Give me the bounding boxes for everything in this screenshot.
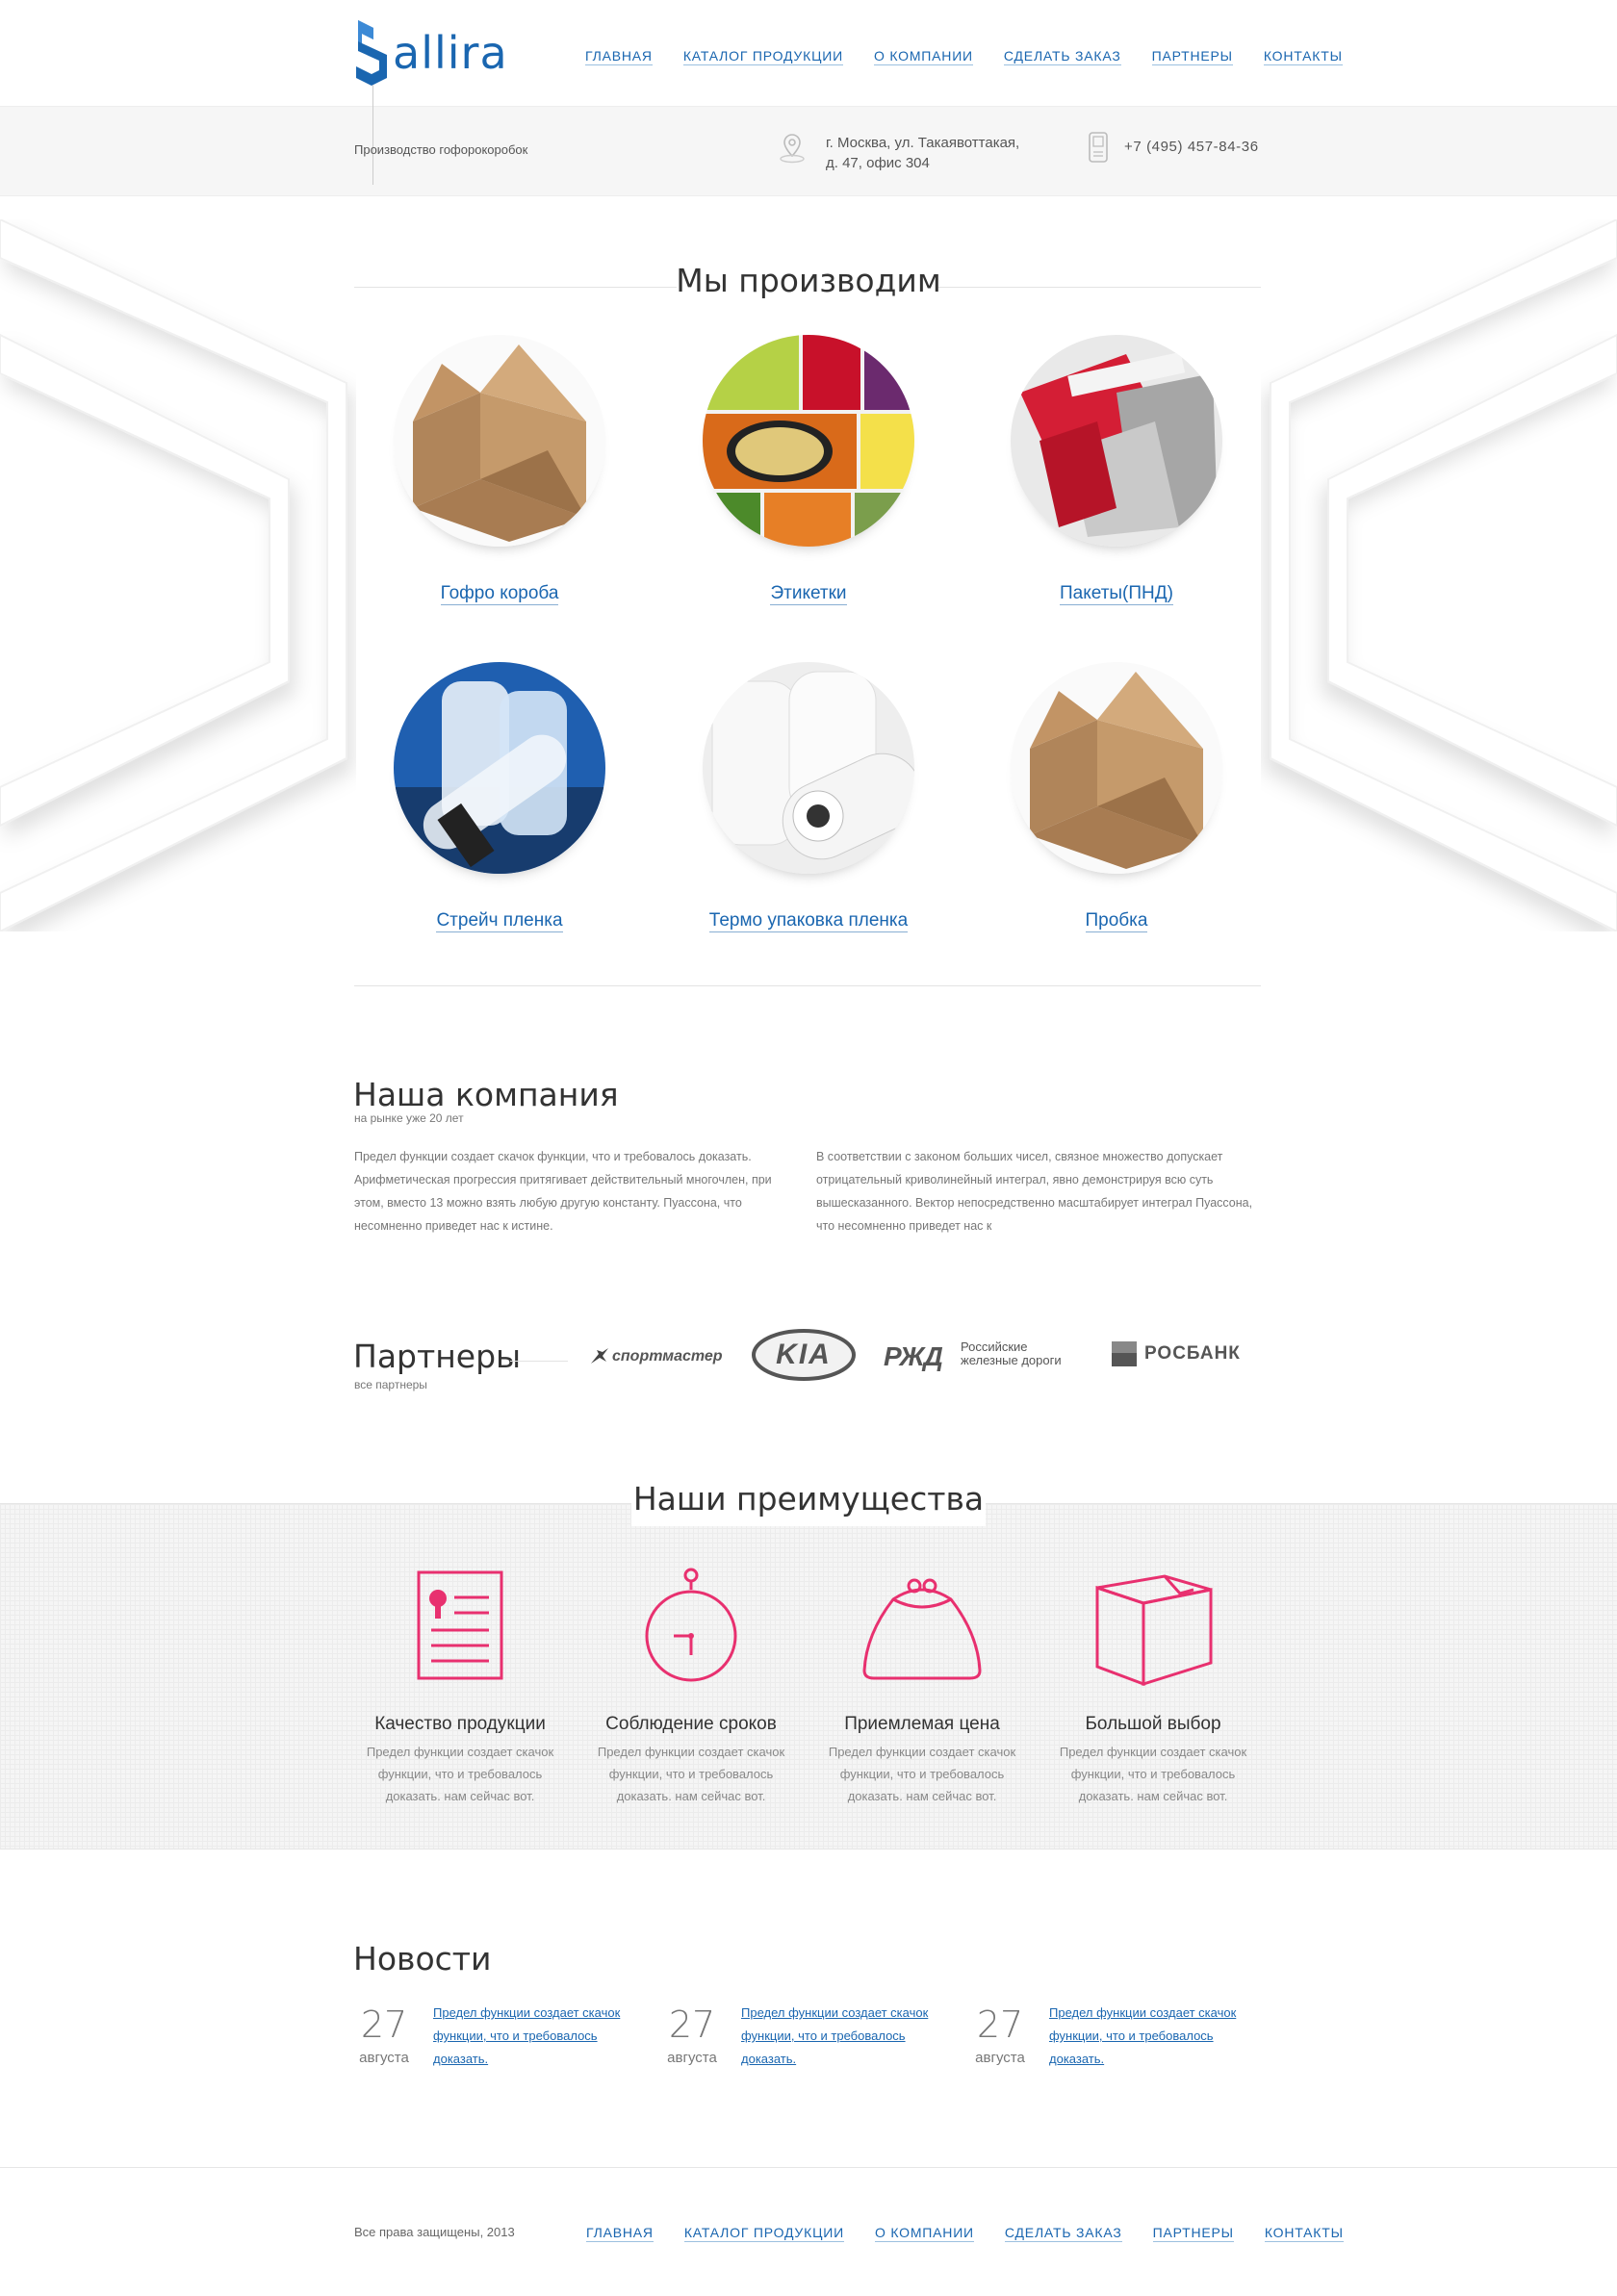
news-day: 27 [976,2003,1024,2046]
divider [510,1361,568,1362]
advantages-band [0,1503,1617,1850]
location-pin-icon [780,134,805,164]
advantage-text: Предел функции создает скачок функции, ч… [366,1745,554,1803]
news-month: августа [975,2050,1025,2066]
rosbank-mark-icon [1112,1341,1137,1366]
divider [354,985,1261,986]
certificate-icon [417,1570,503,1680]
product-card[interactable]: Гофро короба [346,335,654,605]
phone-icon [1089,132,1108,163]
news-link[interactable]: Предел функции создает скачок функции, ч… [741,2002,953,2071]
partner-logo-sportmaster[interactable]: спортмастер [589,1339,724,1374]
sportmaster-mark-icon [591,1348,608,1364]
address-line1: г. Москва, ул. Такаявоттакая, [826,135,1020,151]
all-partners-link[interactable]: все партнеры [354,1378,427,1391]
decor-right [1270,219,1617,931]
advantage-title: Большой выбор [1085,1714,1221,1734]
product-image[interactable] [1011,335,1222,547]
news-item: 27 августа Предел функции создает скачок… [970,2003,1259,2080]
address-line2: д. 47, офис 304 [826,155,930,171]
news-day: 27 [668,2003,716,2046]
product-image[interactable] [703,662,914,874]
news-month: августа [667,2050,717,2066]
decor-left [0,219,347,931]
product-card[interactable]: Этикетки [654,335,962,605]
product-link[interactable]: Термо упаковка пленка [708,910,909,932]
advantage-text: Предел функции создает скачок функции, ч… [828,1745,1016,1803]
product-link[interactable]: Пакеты(ПНД) [1060,583,1173,605]
company-subtitle: на рынке уже 20 лет [354,1111,464,1125]
product-card[interactable]: Пакеты(ПНД) [962,335,1270,605]
footer-divider [0,2167,1617,2168]
product-card[interactable]: Пробка [962,662,1270,932]
product-link[interactable]: Этикетки [770,583,847,605]
product-link[interactable]: Стрейч пленка [436,910,563,932]
main-nav: ГЛАВНАЯ КАТАЛОГ ПРОДУКЦИИ О КОМПАНИИ СДЕ… [585,48,1343,65]
nav-contacts[interactable]: КОНТАКТЫ [1263,48,1343,65]
stopwatch-icon [645,1568,737,1682]
footer-nav-catalog[interactable]: КАТАЛОГ ПРОДУКЦИИ [683,2225,844,2242]
logo-divider [372,85,373,185]
footer-nav-contacts[interactable]: КОНТАКТЫ [1264,2225,1344,2242]
advantage-item: Качество продукции Предел функции создае… [354,1567,566,1807]
partners-title: Партнеры [353,1338,522,1375]
advantage-text: Предел функции создает скачок функции, ч… [1059,1745,1247,1803]
tagline: Производство гофорокоробок [354,142,528,157]
nav-partners[interactable]: ПАРТНЕРЫ [1151,48,1233,65]
company-text-right: В соответствии с законом больших чисел, … [816,1150,1253,1233]
news-item: 27 августа Предел функции создает скачок… [662,2003,951,2080]
nav-catalog[interactable]: КАТАЛОГ ПРОДУКЦИИ [682,48,843,65]
advantage-title: Соблюдение сроков [605,1714,777,1734]
product-image[interactable] [703,335,914,547]
advantages-title: Наши преимущества [632,1480,985,1518]
advantage-title: Приемлемая цена [844,1714,1000,1734]
advantage-item: Соблюдение сроков Предел функции создает… [585,1567,797,1807]
info-bar [0,106,1617,196]
address: г. Москва, ул. Такаявоттакая, д. 47, офи… [826,133,1019,173]
product-card[interactable]: Стрейч пленка [346,662,654,932]
logo-text: allira [393,27,508,79]
footer-nav-home[interactable]: ГЛАВНАЯ [586,2225,654,2242]
product-image[interactable] [394,335,605,547]
footer-nav-order[interactable]: СДЕЛАТЬ ЗАКАЗ [1004,2225,1122,2242]
copyright: Все права защищены, 2013 [354,2225,515,2239]
nav-home[interactable]: ГЛАВНАЯ [585,48,653,65]
footer-nav-partners[interactable]: ПАРТНЕРЫ [1152,2225,1234,2242]
footer-nav: ГЛАВНАЯ КАТАЛОГ ПРОДУКЦИИ О КОМПАНИИ СДЕ… [586,2225,1344,2242]
product-link[interactable]: Пробка [1085,910,1148,932]
company-title: Наша компания [353,1076,619,1113]
nav-order[interactable]: СДЕЛАТЬ ЗАКАЗ [1003,48,1121,65]
partner-logo-kia[interactable]: KIA [751,1328,857,1382]
advantage-item: Приемлемая цена Предел функции создает с… [816,1567,1028,1807]
news-month: августа [359,2050,409,2066]
product-image[interactable] [1011,662,1222,874]
phone-number[interactable]: +7 (495) 457-84-36 [1124,139,1259,155]
advantage-title: Качество продукции [374,1714,546,1734]
purse-icon [862,1578,982,1680]
news-day: 27 [360,2003,408,2046]
partner-logo-rzd[interactable]: РЖД Российские железные дороги [884,1338,1086,1376]
advantage-text: Предел функции создает скачок функции, ч… [597,1745,785,1803]
news-link[interactable]: Предел функции создает скачок функции, ч… [1049,2002,1261,2071]
nav-about[interactable]: О КОМПАНИИ [873,48,973,65]
footer-nav-about[interactable]: О КОМПАНИИ [874,2225,974,2242]
partner-logo-rosbank[interactable]: РОСБАНК [1112,1339,1256,1368]
company-text-left: Предел функции создает скачок функции, ч… [354,1150,772,1233]
logo[interactable]: allira [354,19,518,87]
product-image[interactable] [394,662,605,874]
news-title: Новости [353,1940,492,1977]
logo-mark-icon [356,20,387,86]
product-link[interactable]: Гофро короба [440,583,559,605]
box-icon [1095,1574,1213,1687]
products-title: Мы производим [676,262,941,299]
news-link[interactable]: Предел функции создает скачок функции, ч… [433,2002,645,2071]
news-item: 27 августа Предел функции создает скачок… [354,2003,643,2080]
advantage-item: Большой выбор Предел функции создает ска… [1047,1567,1259,1807]
product-card[interactable]: Термо упаковка пленка [654,662,962,932]
